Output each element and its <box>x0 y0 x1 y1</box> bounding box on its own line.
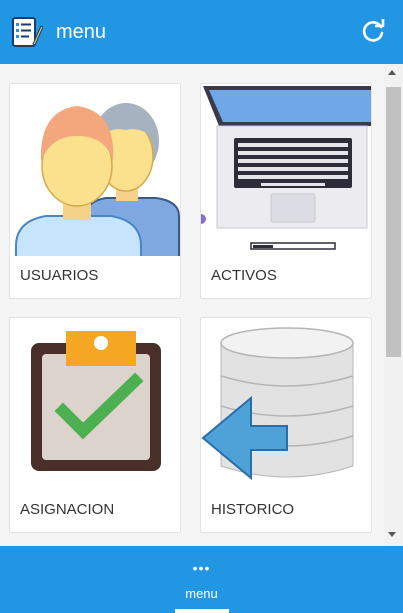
card-label: ACTIVOS <box>211 267 277 284</box>
card-label: USUARIOS <box>20 267 99 284</box>
page-title: menu <box>56 21 107 43</box>
clipboard-check-icon <box>31 331 161 471</box>
database-history-icon <box>201 327 354 481</box>
scroll-up-arrow-icon[interactable] <box>388 70 396 75</box>
menu-grid: USUARIOS ACTIVOS ASIGNACION HISTORICO <box>0 64 403 546</box>
card-asignacion[interactable]: ASIGNACION <box>9 317 181 533</box>
laptop-icon <box>201 86 371 250</box>
card-usuarios[interactable]: USUARIOS <box>9 83 181 299</box>
card-label: ASIGNACION <box>20 501 115 518</box>
card-activos[interactable]: ACTIVOS <box>200 83 372 299</box>
refresh-icon[interactable] <box>360 19 386 45</box>
scroll-down-arrow-icon[interactable] <box>388 532 396 537</box>
app-header: menu <box>0 0 403 64</box>
card-label: HISTORICO <box>211 501 295 518</box>
bottom-nav-menu-tab[interactable]: menu <box>0 586 403 601</box>
active-tab-indicator <box>175 609 229 613</box>
bottom-nav <box>0 546 403 613</box>
scrollbar-thumb[interactable] <box>386 87 401 357</box>
users-icon <box>15 103 180 256</box>
card-historico[interactable]: HISTORICO <box>200 317 372 533</box>
checklist-icon <box>12 17 43 47</box>
more-dots-icon[interactable]: ••• <box>0 560 403 576</box>
